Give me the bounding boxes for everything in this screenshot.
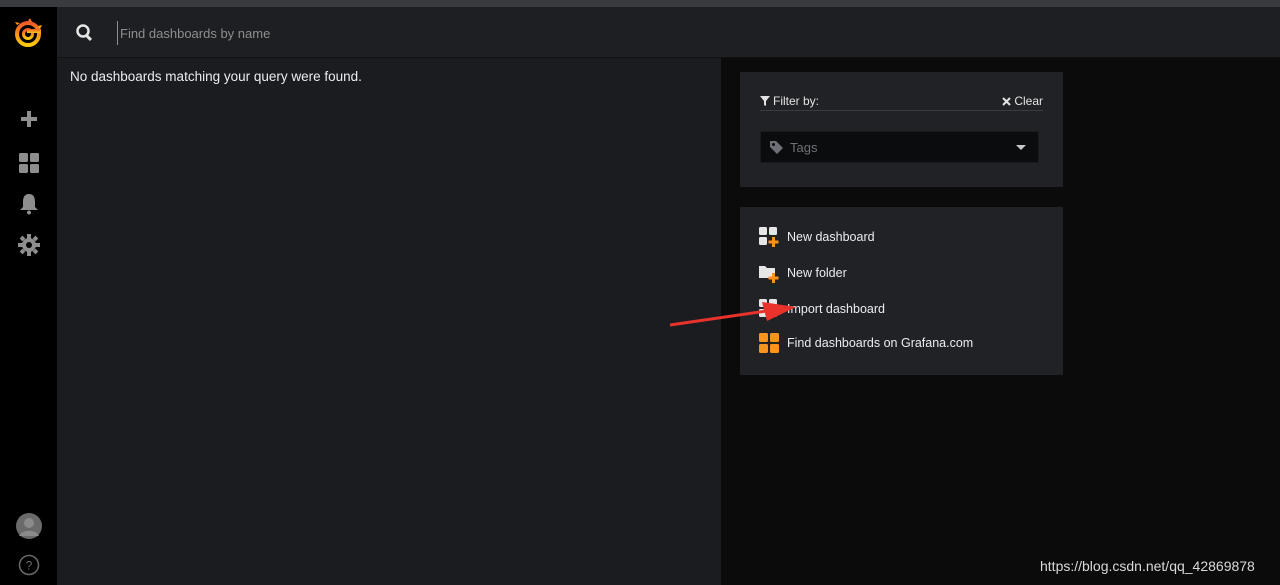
tags-select[interactable]: Tags: [760, 131, 1039, 163]
chevron-down-icon: [1016, 145, 1026, 150]
new-dashboard-icon: [759, 227, 779, 247]
watermark: https://blog.csdn.net/qq_42869878: [1040, 558, 1255, 574]
grafana-logo-icon[interactable]: [12, 17, 44, 49]
search-results-pane: No dashboards matching your query were f…: [57, 58, 721, 585]
clear-label: Clear: [1014, 94, 1043, 108]
create-actions-panel: New dashboard New folder Import dashboar…: [740, 207, 1063, 375]
filter-label: Filter by:: [760, 94, 819, 108]
search-input[interactable]: [117, 21, 717, 45]
new-folder-link[interactable]: New folder: [759, 261, 847, 285]
search-bar: [57, 7, 1280, 58]
window-top-strip: [0, 0, 1280, 7]
red-annotation-arrow-icon: [669, 302, 796, 327]
action-label: New dashboard: [787, 230, 875, 244]
filter-header: Filter by: Clear: [760, 94, 1043, 111]
filter-funnel-icon: [760, 96, 770, 106]
alerting-bell-icon[interactable]: [17, 192, 41, 216]
tag-icon: [770, 140, 783, 154]
clear-filter-button[interactable]: Clear: [1002, 94, 1043, 108]
actions-pane: Filter by: Clear Tags New dashboard New …: [721, 58, 1280, 585]
plus-icon[interactable]: [17, 107, 41, 131]
grafana-dashboards-icon: [759, 333, 779, 353]
new-folder-icon: [759, 263, 779, 283]
action-label: Import dashboard: [787, 302, 885, 316]
close-icon: [1002, 96, 1012, 106]
action-label: New folder: [787, 266, 847, 280]
tags-placeholder: Tags: [790, 139, 818, 155]
user-avatar[interactable]: [16, 513, 42, 539]
new-dashboard-link[interactable]: New dashboard: [759, 225, 875, 249]
svg-text:?: ?: [26, 559, 33, 573]
empty-results-message: No dashboards matching your query were f…: [70, 69, 362, 84]
filter-panel: Filter by: Clear Tags: [740, 72, 1063, 187]
search-icon: [75, 23, 95, 43]
configuration-gear-icon[interactable]: [17, 233, 41, 257]
dashboards-icon[interactable]: [17, 151, 41, 175]
sidebar: ?: [0, 7, 57, 585]
help-icon[interactable]: ?: [18, 554, 40, 576]
filter-label-text: Filter by:: [773, 94, 820, 108]
action-label: Find dashboards on Grafana.com: [787, 336, 974, 350]
find-grafana-dashboards-link[interactable]: Find dashboards on Grafana.com: [759, 331, 973, 355]
